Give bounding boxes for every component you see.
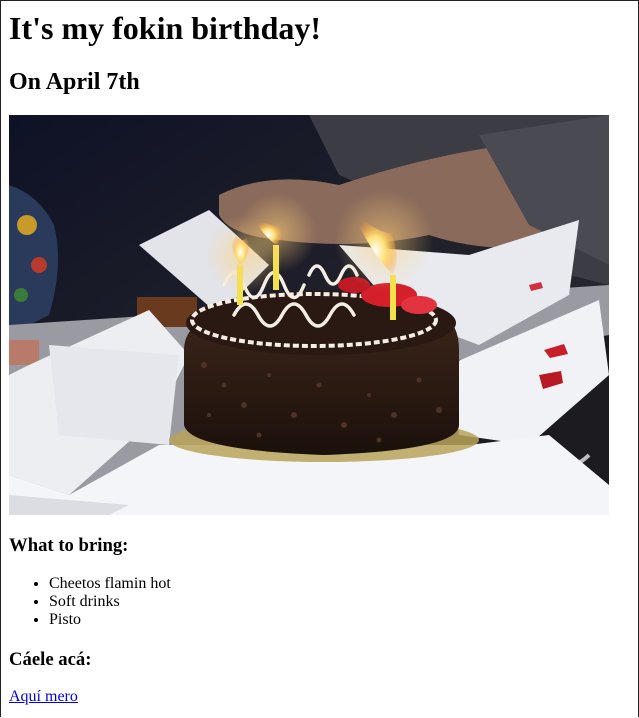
page-title: It's my fokin birthday!	[9, 10, 322, 46]
list-item: Pisto	[49, 611, 171, 629]
list-item: Soft drinks	[49, 593, 171, 611]
click-here-heading: Cáele acá:	[9, 649, 92, 670]
bring-list: Cheetos flamin hot Soft drinks Pisto	[49, 575, 171, 629]
aqui-mero-link[interactable]: Aquí mero	[9, 688, 78, 706]
what-to-bring-heading: What to bring:	[9, 535, 129, 556]
birthday-cake-photo	[9, 115, 609, 515]
page-subtitle: On April 7th	[9, 69, 140, 95]
list-item: Cheetos flamin hot	[49, 575, 171, 593]
